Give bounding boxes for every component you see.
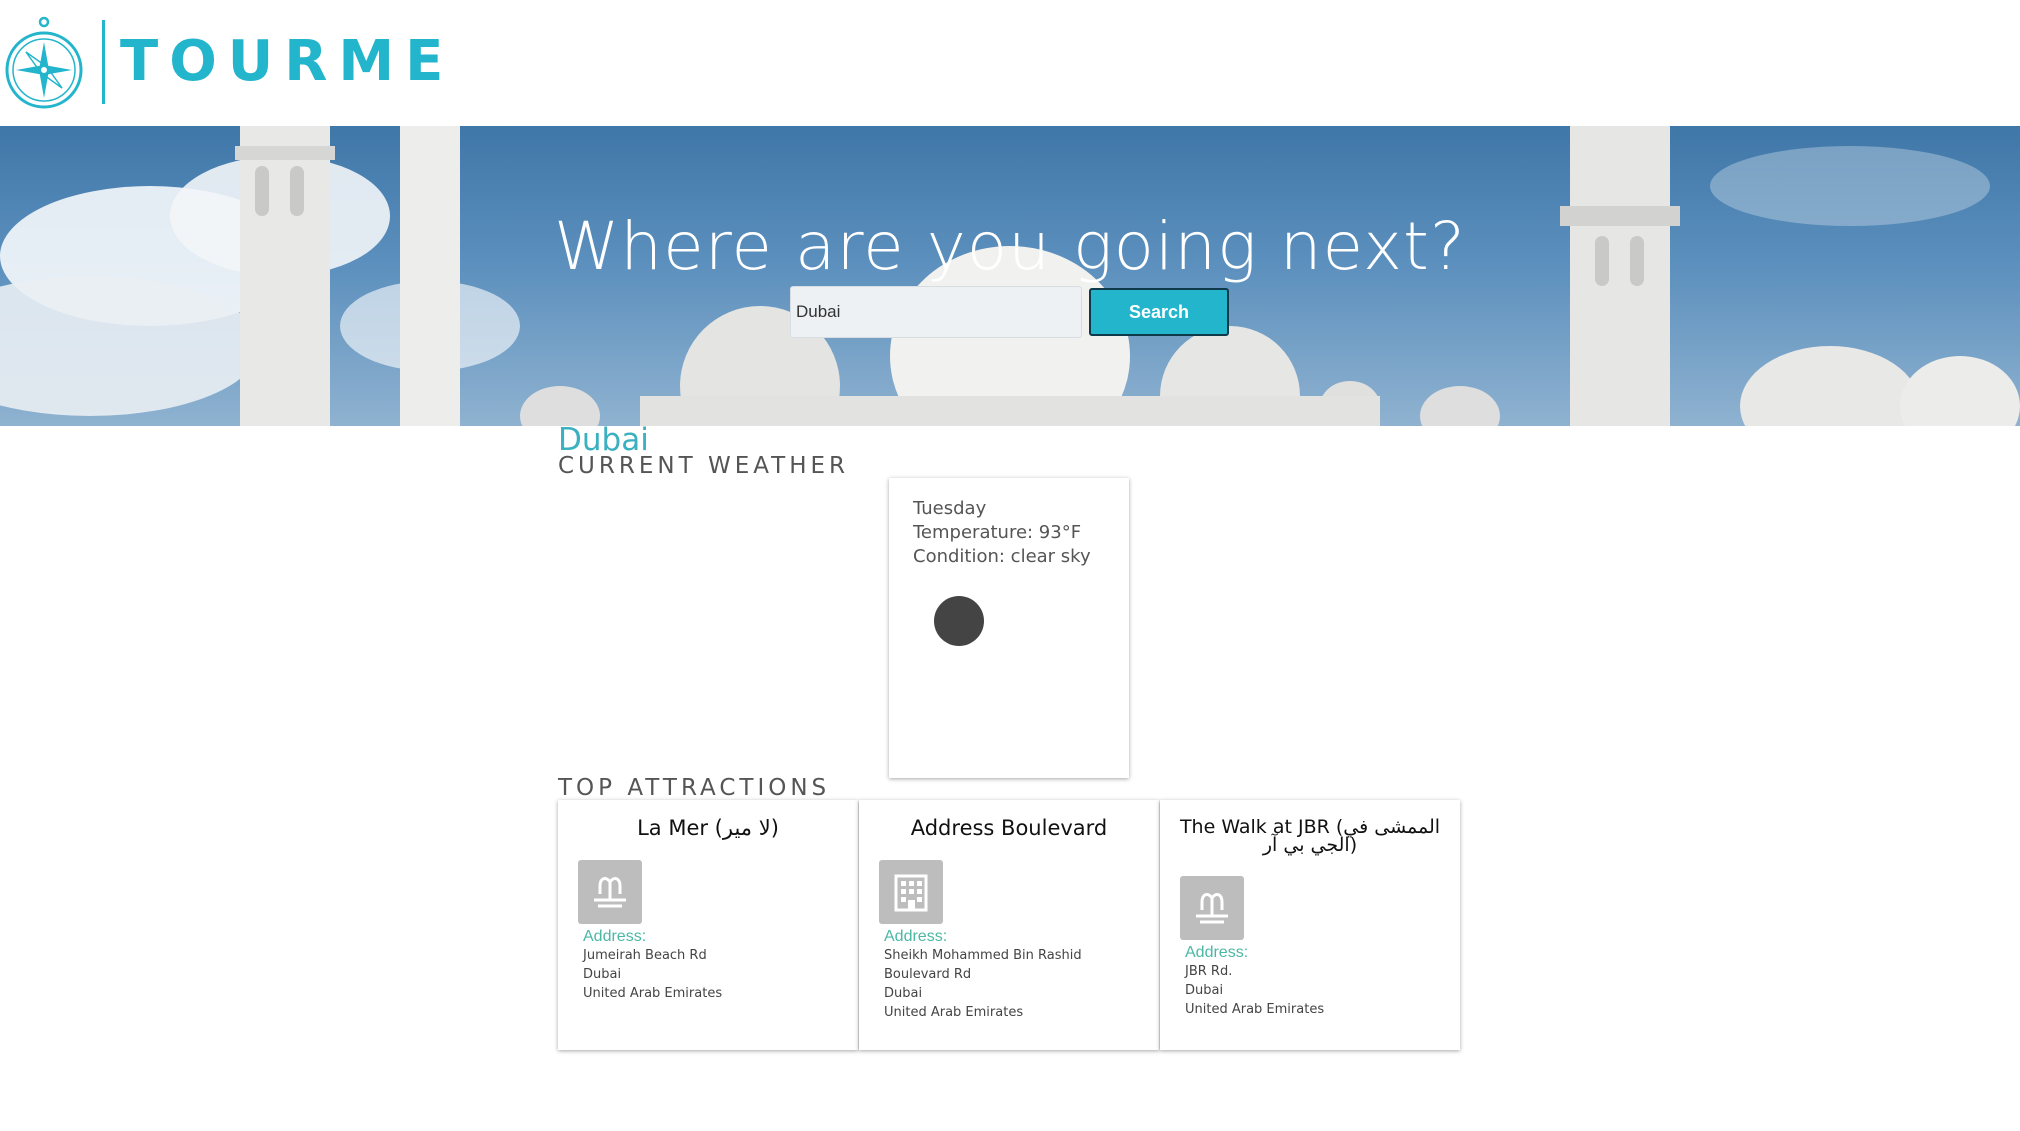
logo-text[interactable]: TOURME [120, 26, 454, 98]
weather-temperature: Temperature: 93°F [913, 522, 1082, 543]
attraction-name: La Mer (لا مير) [637, 816, 779, 840]
address-line: Dubai [583, 967, 622, 982]
attraction-card[interactable]: La Mer (لا مير) Address: Jumeirah Beach … [558, 800, 858, 1050]
search-input[interactable] [790, 286, 1082, 338]
address-line: Boulevard Rd [884, 967, 972, 982]
address-line: United Arab Emirates [1185, 1002, 1325, 1017]
compass-icon[interactable] [4, 16, 84, 110]
address-line: JBR Rd. [1185, 964, 1233, 979]
address-label: Address: [1185, 944, 1249, 961]
weather-section-title: CURRENT WEATHER [558, 453, 850, 479]
attraction-name: Address Boulevard [910, 816, 1108, 840]
header: TOURME [0, 0, 2020, 126]
address-label: Address: [583, 928, 647, 945]
logo-divider [102, 20, 105, 104]
address-line: Jumeirah Beach Rd [583, 948, 707, 963]
search-button[interactable]: Search [1089, 288, 1229, 336]
clear-sky-icon [934, 596, 984, 646]
attraction-name: The Walk at JBR (الممشى في الجي بي آر) [1179, 816, 1441, 856]
address-line: United Arab Emirates [884, 1005, 1024, 1020]
address-line: Sheikh Mohammed Bin Rashid [884, 948, 1082, 963]
fountain-icon [1180, 876, 1244, 940]
address-line: Dubai [884, 986, 923, 1001]
weather-card: Tuesday Temperature: 93°F Condition: cle… [889, 478, 1129, 778]
hero-banner: Where are you going next? Search [0, 126, 2020, 426]
attraction-card[interactable]: The Walk at JBR (الممشى في الجي بي آر) A… [1160, 800, 1460, 1050]
weather-condition: Condition: clear sky [913, 546, 1091, 567]
fountain-icon [578, 860, 642, 924]
address-label: Address: [884, 928, 948, 945]
address-line: Dubai [1185, 983, 1224, 998]
attractions-section-title: TOP ATTRACTIONS [558, 775, 831, 801]
hotel-building-icon [879, 860, 943, 924]
hero-title: Where are you going next? [554, 208, 1466, 285]
address-line: United Arab Emirates [583, 986, 723, 1001]
attraction-card[interactable]: Address Boulevard Address: Sheikh Mohamm… [859, 800, 1159, 1050]
weather-day: Tuesday [913, 498, 987, 519]
